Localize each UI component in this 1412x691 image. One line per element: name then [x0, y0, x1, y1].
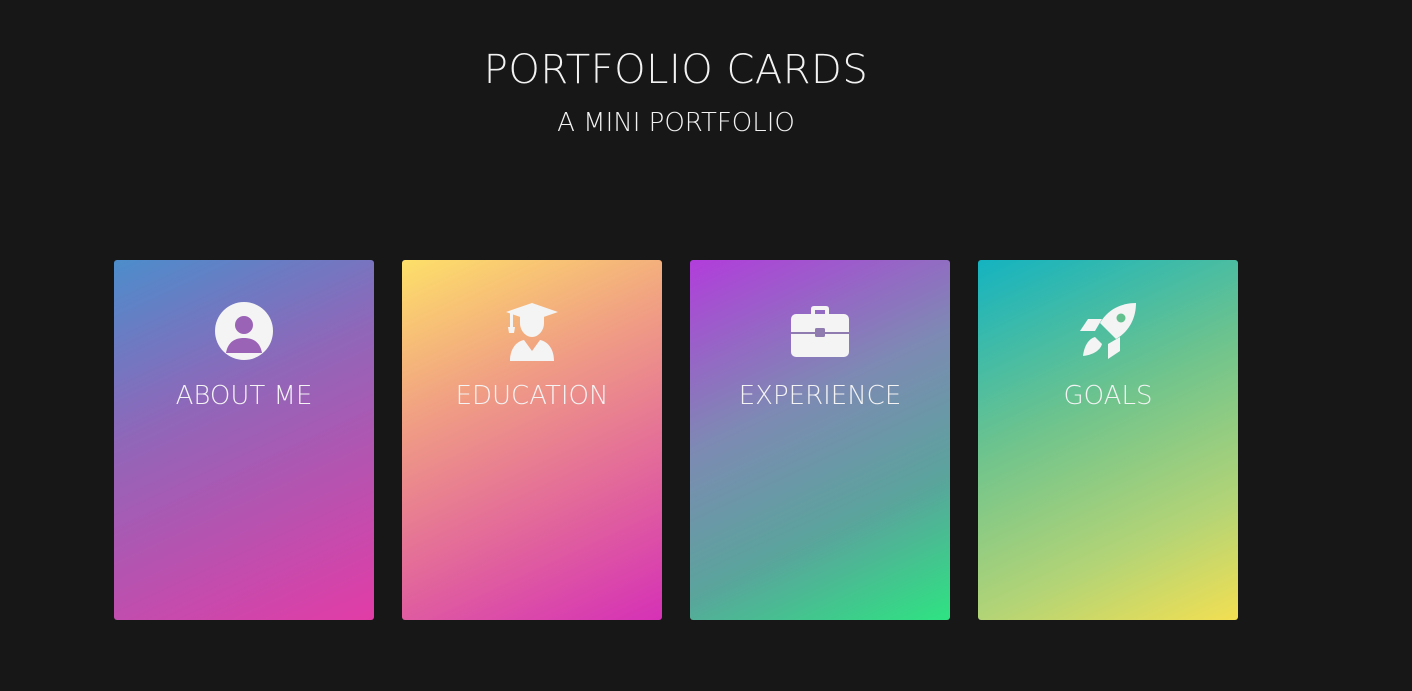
user-circle-icon	[214, 301, 274, 361]
page-title: PORTFOLIO CARDS	[483, 47, 869, 93]
about-me-card[interactable]: ABOUT ME	[114, 260, 374, 620]
about-me-label: ABOUT ME	[175, 381, 313, 411]
graduate-icon	[502, 301, 562, 361]
experience-card[interactable]: EXPERIENCE	[690, 260, 950, 620]
education-card[interactable]: EDUCATION	[402, 260, 662, 620]
experience-label: EXPERIENCE	[738, 381, 902, 411]
page-subtitle: A MINI PORTFOLIO	[557, 108, 795, 138]
goals-card[interactable]: GOALS	[978, 260, 1238, 620]
goals-label: GOALS	[1063, 381, 1153, 411]
education-label: EDUCATION	[455, 381, 609, 411]
rocket-icon	[1078, 301, 1138, 361]
briefcase-icon	[790, 301, 850, 361]
card-list: ABOUT ME EDUCATION EXPERIENCE GOALS	[114, 260, 1238, 620]
